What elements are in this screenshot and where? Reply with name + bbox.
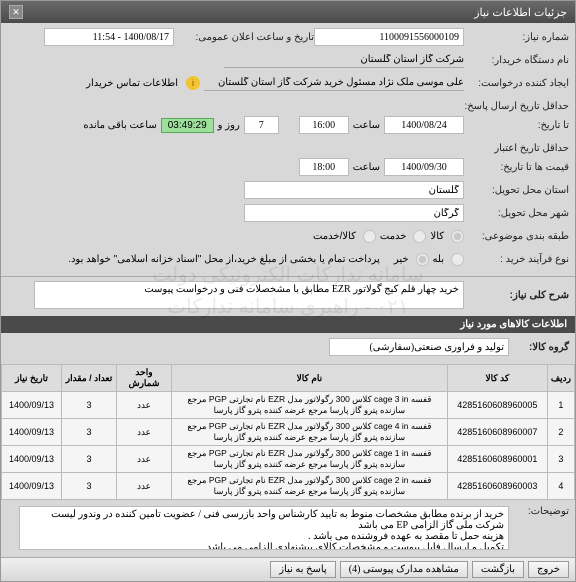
- table-row[interactable]: 24285160608960007قفسه cage 4 in کلاس 300…: [2, 419, 575, 446]
- items-table: ردیف کد کالا نام کالا واحد شمارش تعداد /…: [1, 364, 575, 500]
- validity-time-field: [299, 158, 349, 176]
- cell-qty: 3: [62, 473, 117, 500]
- explain-field[interactable]: [19, 506, 509, 550]
- validity-label: حداقل تاریخ اعتبار: [464, 143, 569, 154]
- col-date: تاریخ نیاز: [2, 365, 62, 392]
- cell-code: 4285160608960001: [447, 446, 547, 473]
- goods-header: اطلاعات کالاهای مورد نیاز: [1, 316, 575, 333]
- days-field: [244, 116, 279, 134]
- category-radios: کالا خدمت کالا/خدمت: [313, 230, 464, 243]
- city-label: شهر محل تحویل:: [464, 208, 569, 219]
- time-label-2: ساعت: [349, 162, 384, 173]
- table-row[interactable]: 34285160608960001قفسه cage 1 in کلاس 300…: [2, 446, 575, 473]
- cell-code: 4285160608960007: [447, 419, 547, 446]
- goods-service-radio[interactable]: [363, 230, 376, 243]
- cell-name: قفسه cage 4 in کلاس 300 رگولاتور مدل EZR…: [172, 419, 448, 446]
- no-radio-label: خیر: [394, 254, 409, 265]
- cell-date: 1400/09/13: [2, 446, 62, 473]
- cell-qty: 3: [62, 419, 117, 446]
- cell-qty: 3: [62, 446, 117, 473]
- service-radio-label: خدمت: [380, 231, 407, 242]
- info-icon[interactable]: i: [186, 76, 200, 90]
- reply-button[interactable]: پاسخ به نیاز: [270, 561, 336, 578]
- table-row[interactable]: 14285160608960005قفسه cage 3 in کلاس 300…: [2, 392, 575, 419]
- table-row[interactable]: 44285160608960003قفسه cage 2 in کلاس 300…: [2, 473, 575, 500]
- requester-label: ایجاد کننده درخواست:: [464, 78, 569, 89]
- col-code: کد کالا: [447, 365, 547, 392]
- table-header-row: ردیف کد کالا نام کالا واحد شمارش تعداد /…: [2, 365, 575, 392]
- cell-date: 1400/09/13: [2, 392, 62, 419]
- remain-label: ساعت باقی مانده: [79, 120, 160, 131]
- cell-name: قفسه cage 3 in کلاس 300 رگولاتور مدل EZR…: [172, 392, 448, 419]
- cell-code: 4285160608960005: [447, 392, 547, 419]
- validity-date-field: [384, 158, 464, 176]
- buyer-org-label: نام دستگاه خریدار:: [464, 55, 569, 66]
- desc-title-label: شرح کلی نیاز:: [464, 290, 569, 301]
- process-radios: بله خیر: [394, 253, 464, 266]
- cell-qty: 3: [62, 392, 117, 419]
- city-field: [244, 204, 464, 222]
- col-unit: واحد شمارش: [117, 365, 172, 392]
- cell-num: 1: [547, 392, 574, 419]
- process-label: نوع فرآیند خرید :: [464, 254, 569, 265]
- window-title: جزئیات اطلاعات نیاز: [474, 6, 567, 19]
- col-num: ردیف: [547, 365, 574, 392]
- cell-name: قفسه cage 1 in کلاس 300 رگولاتور مدل EZR…: [172, 446, 448, 473]
- deadline-date-field: [384, 116, 464, 134]
- buyer-org-field: [224, 52, 464, 68]
- cell-num: 3: [547, 446, 574, 473]
- col-qty: تعداد / مقدار: [62, 365, 117, 392]
- form-section: شماره نیاز: تاریخ و ساعت اعلان عمومی: نا…: [1, 23, 575, 276]
- titlebar: جزئیات اطلاعات نیاز ✕: [1, 1, 575, 23]
- cell-code: 4285160608960003: [447, 473, 547, 500]
- no-radio[interactable]: [416, 253, 429, 266]
- service-radio[interactable]: [413, 230, 426, 243]
- goods-radio[interactable]: [451, 230, 464, 243]
- province-label: استان محل تحویل:: [464, 185, 569, 196]
- goods-service-radio-label: کالا/خدمت: [313, 231, 356, 242]
- validity-until-label: قیمت ها تا تاریخ:: [464, 162, 569, 173]
- yes-radio-label: بله: [433, 254, 444, 265]
- cell-unit: عدد: [117, 419, 172, 446]
- explain-label: توضیحات:: [509, 506, 569, 517]
- need-no-field: [314, 28, 464, 46]
- deadline-time-field: [299, 116, 349, 134]
- goods-radio-label: کالا: [430, 231, 444, 242]
- cell-name: قفسه cage 2 in کلاس 300 رگولاتور مدل EZR…: [172, 473, 448, 500]
- yes-radio[interactable]: [451, 253, 464, 266]
- cell-unit: عدد: [117, 473, 172, 500]
- footer-toolbar: خروج بازگشت مشاهده مدارک پیوستی (4) پاسخ…: [1, 557, 575, 581]
- cell-num: 4: [547, 473, 574, 500]
- cell-date: 1400/09/13: [2, 419, 62, 446]
- attachments-button[interactable]: مشاهده مدارک پیوستی (4): [340, 561, 468, 578]
- desc-title-field[interactable]: [34, 281, 464, 309]
- buyer-info-text[interactable]: اطلاعات تماس خریدار: [82, 78, 182, 89]
- time-label-1: ساعت: [349, 120, 384, 131]
- province-field: [244, 181, 464, 199]
- main-window: جزئیات اطلاعات نیاز ✕ سامانه تدارکات الک…: [0, 0, 576, 582]
- deadline-label: حداقل تاریخ ارسال پاسخ:: [464, 101, 569, 112]
- cell-date: 1400/09/13: [2, 473, 62, 500]
- exit-button[interactable]: خروج: [528, 561, 569, 578]
- countdown-timer: 03:49:29: [161, 118, 214, 133]
- cell-unit: عدد: [117, 392, 172, 419]
- cell-unit: عدد: [117, 446, 172, 473]
- announce-label: تاریخ و ساعت اعلان عمومی:: [174, 32, 314, 43]
- need-no-label: شماره نیاز:: [464, 32, 569, 43]
- category-label: طبقه بندی موضوعی:: [464, 231, 569, 242]
- group-label: گروه کالا:: [509, 342, 569, 353]
- deadline-until-label: تا تاریخ:: [464, 120, 569, 131]
- requester-field: [204, 75, 464, 91]
- close-icon[interactable]: ✕: [9, 5, 23, 19]
- payment-note: پرداخت تمام یا بخشی از مبلغ خرید،از محل …: [64, 254, 384, 265]
- cell-num: 2: [547, 419, 574, 446]
- days-label: روز و: [214, 120, 244, 131]
- col-name: نام کالا: [172, 365, 448, 392]
- announce-field: [44, 28, 174, 46]
- back-button[interactable]: بازگشت: [472, 561, 524, 578]
- group-field: [329, 338, 509, 356]
